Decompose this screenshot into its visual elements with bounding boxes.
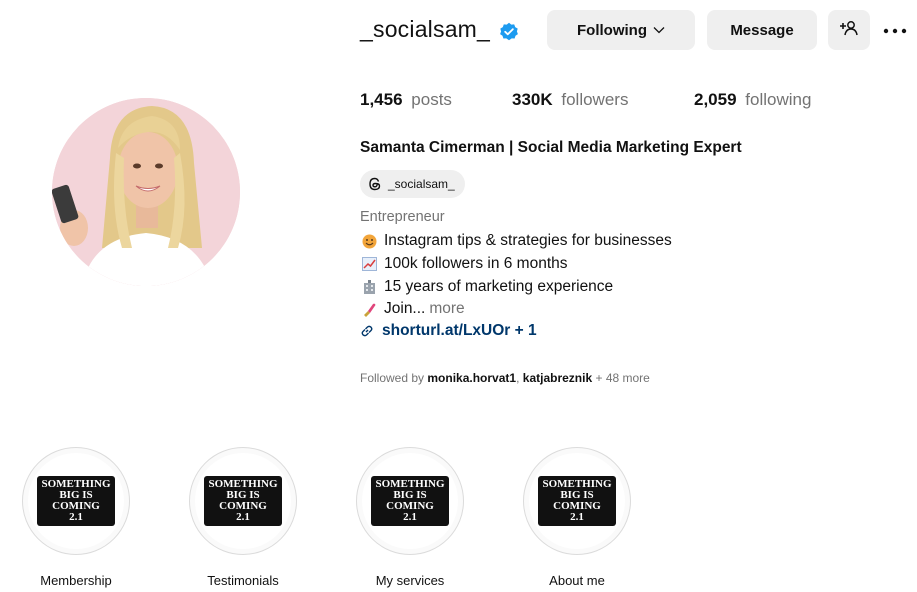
bio-text: 15 years of marketing experience [384, 278, 614, 295]
followed-by-prefix: Followed by [360, 371, 425, 385]
bio-text: 100k followers in 6 months [384, 255, 568, 272]
lipstick-icon [360, 301, 378, 317]
more-horizontal-icon [883, 21, 907, 39]
bio-line: Instagram tips & strategies for business… [360, 232, 672, 250]
highlight-cover[interactable]: SOMETHING BIG IS COMING 2.1 [523, 447, 631, 555]
followed-by[interactable]: Followed by monika.horvat1, katjabreznik… [360, 371, 650, 385]
profile-full-name: Samanta Cimerman | Social Media Marketin… [360, 139, 742, 156]
bio-text: Instagram tips & strategies for business… [384, 232, 672, 249]
profile-link-text: shorturl.at/LxUOr + 1 [382, 322, 537, 339]
posts-count: 1,456 posts [360, 90, 452, 110]
chevron-down-icon [653, 26, 665, 34]
followed-by-suffix: + 48 more [595, 371, 650, 385]
highlight-cover-image: SOMETHING BIG IS COMING 2.1 [371, 476, 449, 526]
mutual-follower-1[interactable]: monika.horvat1 [427, 371, 516, 385]
bio-line: 100k followers in 6 months [360, 255, 568, 273]
verified-badge-icon [500, 22, 518, 41]
threads-handle: _socialsam_ [388, 177, 455, 191]
more-options-button[interactable] [880, 18, 910, 42]
cover-text: 2.1 [69, 511, 83, 523]
highlight-cover-image: SOMETHING BIG IS COMING 2.1 [204, 476, 282, 526]
followed-by-separator: , [516, 371, 520, 385]
following-button-label: Following [577, 21, 647, 39]
highlight-cover-image: SOMETHING BIG IS COMING 2.1 [538, 476, 616, 526]
profile-category: Entrepreneur [360, 209, 445, 225]
highlight-cover[interactable]: SOMETHING BIG IS COMING 2.1 [22, 447, 130, 555]
bio-text: Join... [384, 300, 426, 317]
smiling-face-icon [360, 233, 378, 249]
highlight-label: Membership [40, 573, 112, 588]
link-icon [360, 324, 374, 338]
profile-username: _socialsam_ [360, 16, 491, 42]
followers-link[interactable]: 330K followers [512, 90, 628, 110]
following-number: 2,059 [694, 90, 737, 109]
highlight-testimonials[interactable]: SOMETHING BIG IS COMING 2.1 Testimonials [188, 447, 298, 588]
bio-line: Join... more [360, 300, 465, 318]
profile-link[interactable]: shorturl.at/LxUOr + 1 [360, 322, 537, 340]
highlight-about-me[interactable]: SOMETHING BIG IS COMING 2.1 About me [522, 447, 632, 588]
followers-number: 330K [512, 90, 553, 109]
highlight-membership[interactable]: SOMETHING BIG IS COMING 2.1 Membership [21, 447, 131, 588]
threads-icon [368, 177, 382, 191]
profile-avatar[interactable] [52, 98, 240, 286]
chart-increasing-icon [360, 256, 378, 272]
highlight-cover-image: SOMETHING BIG IS COMING 2.1 [37, 476, 115, 526]
message-button[interactable]: Message [707, 10, 817, 50]
message-button-label: Message [730, 21, 794, 39]
following-label: following [745, 90, 812, 109]
threads-badge[interactable]: _socialsam_ [360, 170, 465, 198]
add-user-icon [839, 20, 859, 40]
highlight-cover[interactable]: SOMETHING BIG IS COMING 2.1 [356, 447, 464, 555]
cover-text: 2.1 [403, 511, 417, 523]
posts-number: 1,456 [360, 90, 403, 109]
suggested-users-button[interactable] [828, 10, 870, 50]
cover-text: 2.1 [236, 511, 250, 523]
highlight-label: Testimonials [207, 573, 279, 588]
mutual-follower-2[interactable]: katjabreznik [523, 371, 592, 385]
highlight-label: My services [375, 573, 445, 588]
following-button[interactable]: Following [547, 10, 695, 50]
posts-label: posts [411, 90, 452, 109]
followers-label: followers [561, 90, 629, 109]
highlight-cover[interactable]: SOMETHING BIG IS COMING 2.1 [189, 447, 297, 555]
bio-line: 15 years of marketing experience [360, 278, 613, 296]
cover-text: 2.1 [570, 511, 584, 523]
highlight-my-services[interactable]: SOMETHING BIG IS COMING 2.1 My services [355, 447, 465, 588]
bio-more-link[interactable]: more [429, 300, 464, 318]
following-link[interactable]: 2,059 following [694, 90, 811, 110]
highlight-label: About me [549, 573, 605, 588]
profile-photo [52, 98, 240, 286]
office-building-icon [360, 279, 378, 295]
